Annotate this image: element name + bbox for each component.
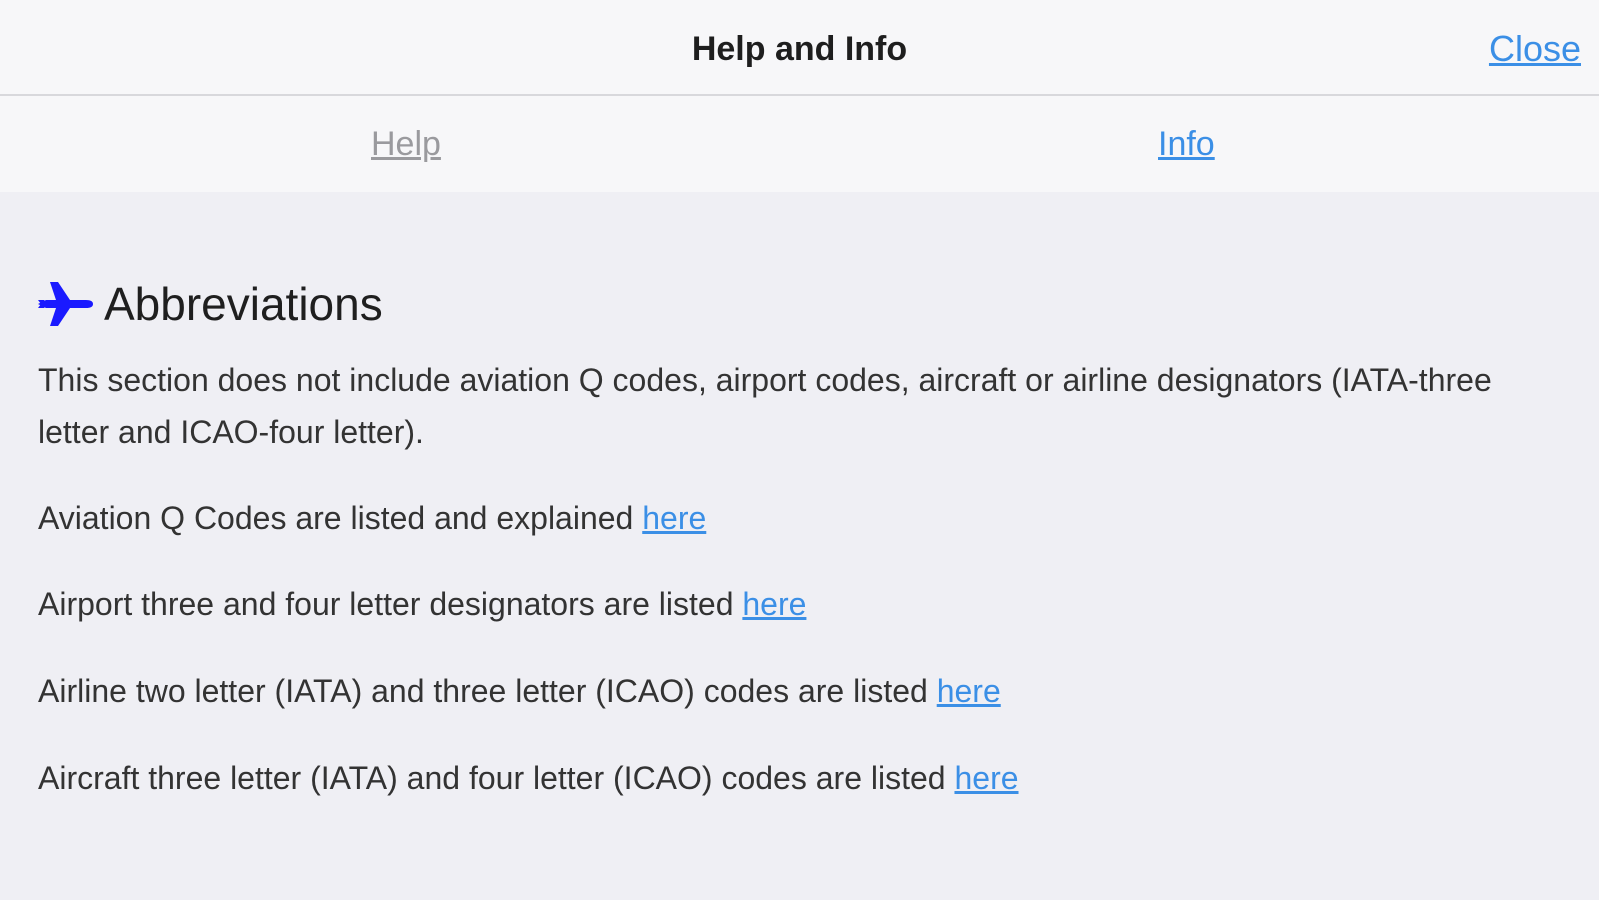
navigation-bar: Help and Info Close: [0, 0, 1599, 96]
airline-codes-text: Airline two letter (IATA) and three lett…: [38, 673, 937, 709]
aircraft-codes-link[interactable]: here: [954, 760, 1018, 796]
page-title: Help and Info: [691, 30, 908, 68]
close-button[interactable]: Close: [1489, 0, 1581, 96]
tab-info[interactable]: Info: [1158, 96, 1215, 192]
airport-codes-link[interactable]: here: [742, 586, 806, 622]
airport-codes-text: Airport three and four letter designator…: [38, 586, 743, 622]
airline-codes-link[interactable]: here: [937, 673, 1001, 709]
airplane-icon: [36, 278, 94, 330]
q-codes-link[interactable]: here: [642, 500, 706, 536]
section-header: Abbreviations: [36, 274, 383, 334]
section-title: Abbreviations: [104, 278, 383, 330]
airline-codes-line: Airline two letter (IATA) and three lett…: [38, 665, 1538, 717]
tab-bar: Help Info: [0, 96, 1599, 192]
info-content: Abbreviations This section does not incl…: [0, 192, 1599, 900]
intro-paragraph: This section does not include aviation Q…: [38, 362, 1492, 450]
q-codes-line: Aviation Q Codes are listed and explaine…: [38, 492, 1538, 544]
aircraft-codes-line: Aircraft three letter (IATA) and four le…: [38, 752, 1538, 804]
tab-help[interactable]: Help: [371, 96, 441, 192]
q-codes-text: Aviation Q Codes are listed and explaine…: [38, 500, 643, 536]
aircraft-codes-text: Aircraft three letter (IATA) and four le…: [38, 760, 955, 796]
airport-codes-line: Airport three and four letter designator…: [38, 578, 1538, 630]
